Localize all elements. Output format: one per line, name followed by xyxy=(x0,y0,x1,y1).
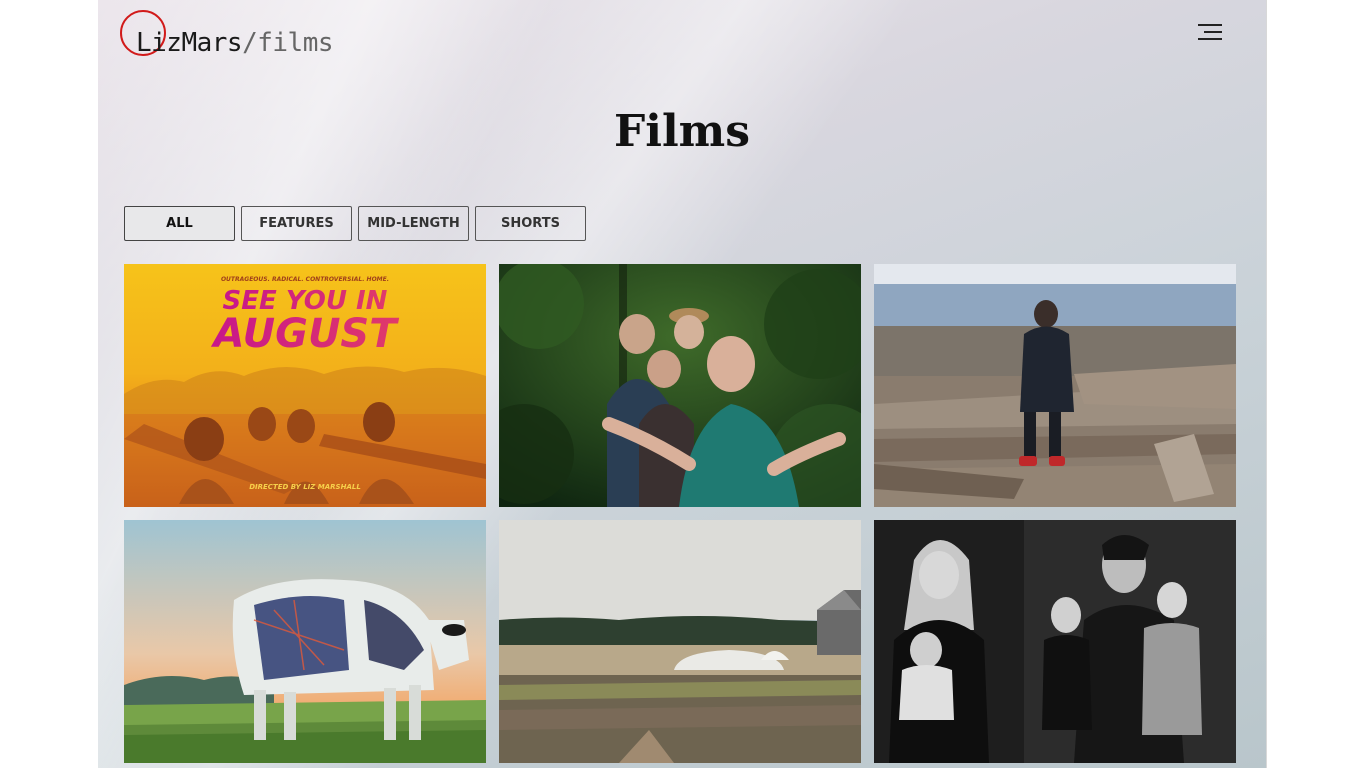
film-tile-see-you-in-august[interactable]: OUTRAGEOUS. RADICAL. CONTROVERSIAL. HOME… xyxy=(124,264,486,507)
film-tile-2[interactable] xyxy=(499,264,861,507)
film-tile-4[interactable] xyxy=(124,520,486,763)
filter-mid-length-button[interactable]: MID-LENGTH xyxy=(358,206,469,241)
filter-features-button[interactable]: FEATURES xyxy=(241,206,352,241)
films-grid: OUTRAGEOUS. RADICAL. CONTROVERSIAL. HOME… xyxy=(124,264,1236,763)
film-still-5 xyxy=(499,520,861,763)
filter-shorts-button[interactable]: SHORTS xyxy=(475,206,586,241)
poster-tagline: OUTRAGEOUS. RADICAL. CONTROVERSIAL. HOME… xyxy=(221,276,389,283)
film-tile-3[interactable] xyxy=(874,264,1236,507)
film-tile-6[interactable] xyxy=(874,520,1236,763)
poster-credit: DIRECTED BY LIZ MARSHALL xyxy=(249,483,361,491)
film-poster-see-you-in-august: OUTRAGEOUS. RADICAL. CONTROVERSIAL. HOME… xyxy=(124,264,486,507)
filter-all-button[interactable]: ALL xyxy=(124,206,235,241)
film-still-3 xyxy=(874,264,1236,507)
page-title: Films xyxy=(614,106,750,157)
logo-text: LizMars xyxy=(136,28,243,58)
page: LizMars /films Films ALL FEATURES MID-LE… xyxy=(98,0,1267,768)
film-still-2 xyxy=(499,264,861,507)
logo-sub-text: /films xyxy=(242,28,333,58)
poster-title-line2: AUGUST xyxy=(210,311,399,357)
film-still-6 xyxy=(874,520,1236,763)
filter-bar: ALL FEATURES MID-LENGTH SHORTS xyxy=(124,206,586,241)
hamburger-menu-icon[interactable] xyxy=(1196,22,1222,42)
site-logo[interactable]: LizMars /films xyxy=(120,8,333,58)
film-still-4 xyxy=(124,520,486,763)
film-tile-5[interactable] xyxy=(499,520,861,763)
